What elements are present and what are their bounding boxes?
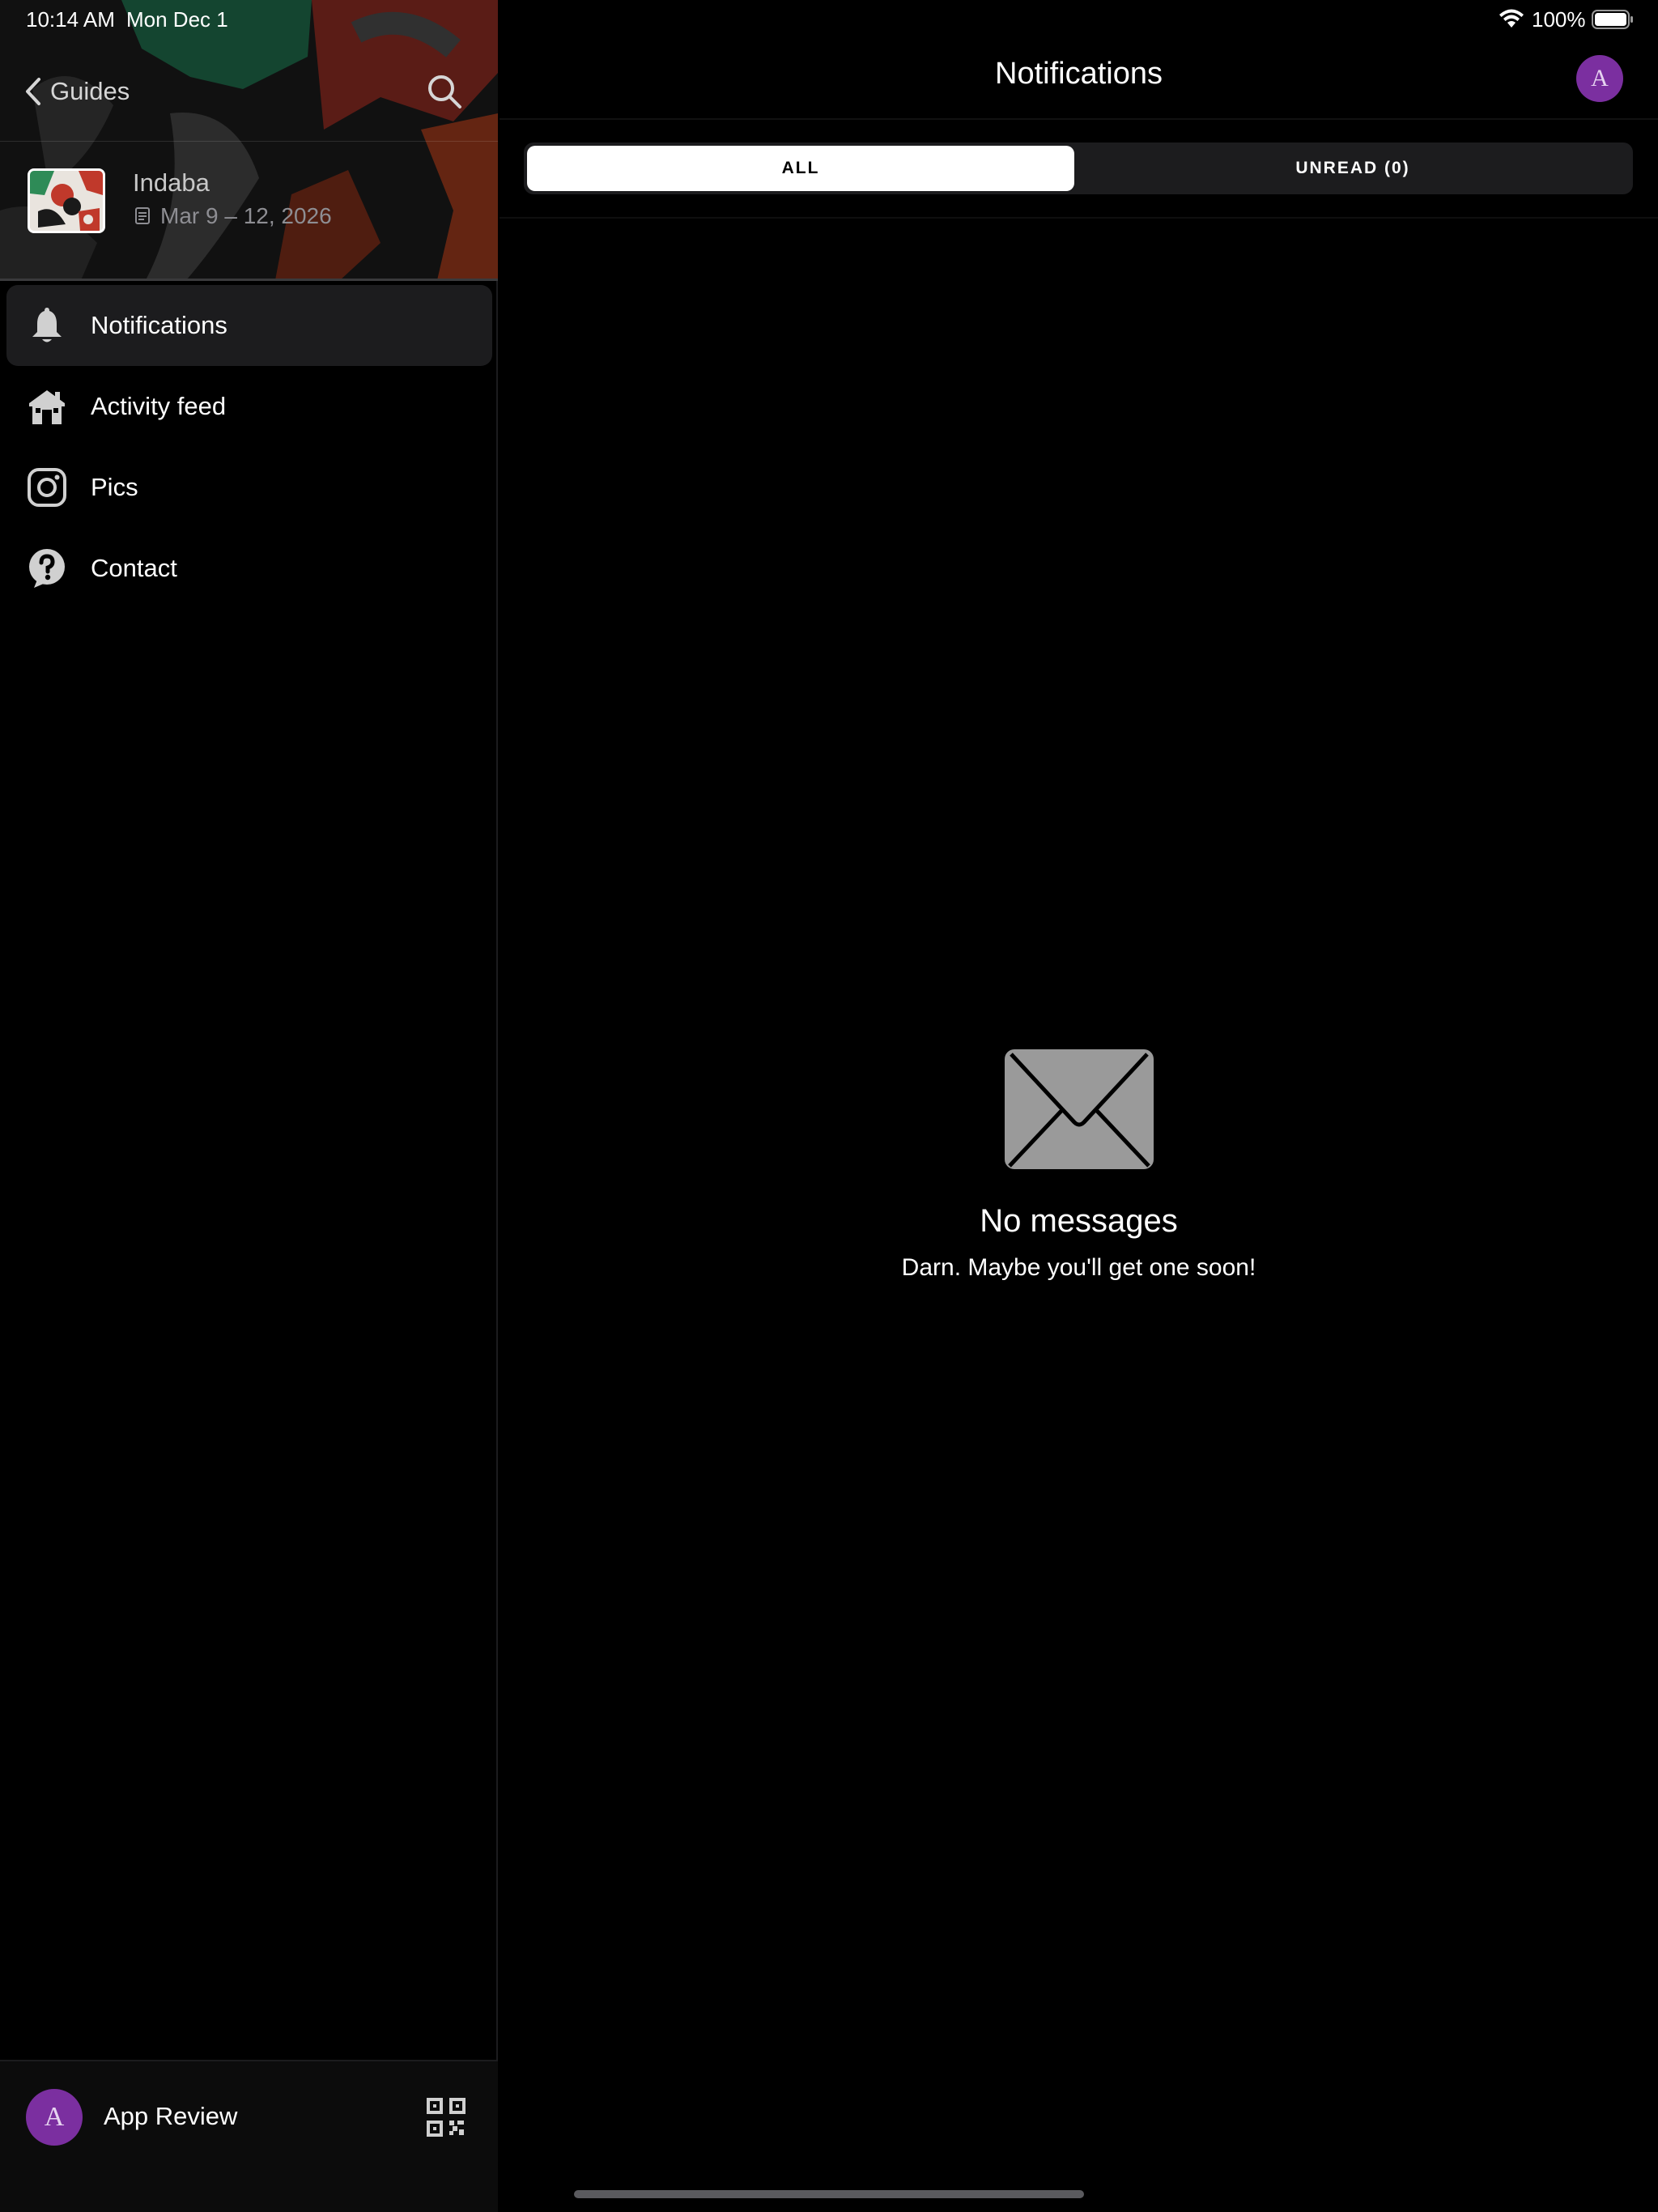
event-logo [28, 168, 105, 233]
header-divider [0, 279, 498, 281]
bell-icon [32, 308, 62, 342]
wifi-icon [1499, 9, 1524, 28]
sidebar-item-label: Contact [91, 554, 177, 582]
event-header: Guides Indaba Mar 9 – 12, 2026 [0, 0, 498, 280]
user-avatar[interactable]: A [26, 2089, 83, 2146]
event-dates: Mar 9 – 12, 2026 [160, 203, 332, 228]
sidebar-item-notifications[interactable]: Notifications [6, 285, 492, 366]
building-icon [29, 390, 65, 424]
notification-filter-tabs: ALL UNREAD (0) [524, 143, 1633, 194]
sidebar: Guides Indaba Mar 9 – 12, 2026 Notificat… [0, 0, 498, 2212]
tab-unread[interactable]: UNREAD (0) [1076, 146, 1630, 191]
sidebar-item-label: Activity feed [91, 392, 227, 420]
sidebar-item-pics[interactable]: Pics [6, 447, 492, 528]
header-row-divider [0, 141, 498, 142]
sidebar-item-label: Pics [91, 473, 138, 501]
status-time: 10:14 AM [26, 7, 115, 32]
home-indicator[interactable] [574, 2190, 1084, 2198]
tabs-divider [500, 217, 1658, 219]
tab-all[interactable]: ALL [527, 146, 1074, 191]
event-title: Indaba [133, 168, 210, 197]
status-bar: 10:14 AM Mon Dec 1 100% [0, 0, 1658, 39]
sidebar-nav: Notifications Activity feed Pics Contact [0, 285, 498, 609]
profile-avatar[interactable]: A [1576, 55, 1623, 102]
empty-state: No messages Darn. Maybe you'll get one s… [500, 1048, 1658, 1282]
navigation-bar: Notifications A [500, 39, 1658, 120]
help-icon [29, 549, 65, 588]
search-icon[interactable] [424, 71, 465, 112]
sidebar-footer: A App Review [0, 2060, 498, 2212]
header-shade [0, 0, 498, 280]
back-label: Guides [50, 77, 130, 105]
calendar-icon [135, 207, 150, 224]
page-title: Notifications [995, 57, 1163, 91]
event-logo-art [30, 171, 103, 231]
envelope-icon [1004, 1049, 1154, 1169]
back-to-guides-button[interactable]: Guides [24, 71, 130, 112]
battery-percent: 100% [1532, 7, 1586, 32]
sidebar-item-activity-feed[interactable]: Activity feed [6, 366, 492, 447]
empty-state-title: No messages [980, 1203, 1178, 1239]
sidebar-item-label: Notifications [91, 311, 227, 339]
battery-icon [1592, 10, 1633, 29]
user-name[interactable]: App Review [104, 2102, 237, 2131]
main-panel: Notifications A ALL UNREAD (0) No messag… [500, 0, 1658, 2212]
empty-state-subtitle: Darn. Maybe you'll get one soon! [901, 1254, 1256, 1281]
chevron-left-icon [26, 78, 40, 105]
instagram-icon [28, 468, 66, 507]
status-date: Mon Dec 1 [126, 7, 228, 32]
sidebar-item-contact[interactable]: Contact [6, 528, 492, 609]
qr-code-icon[interactable] [426, 2097, 466, 2138]
